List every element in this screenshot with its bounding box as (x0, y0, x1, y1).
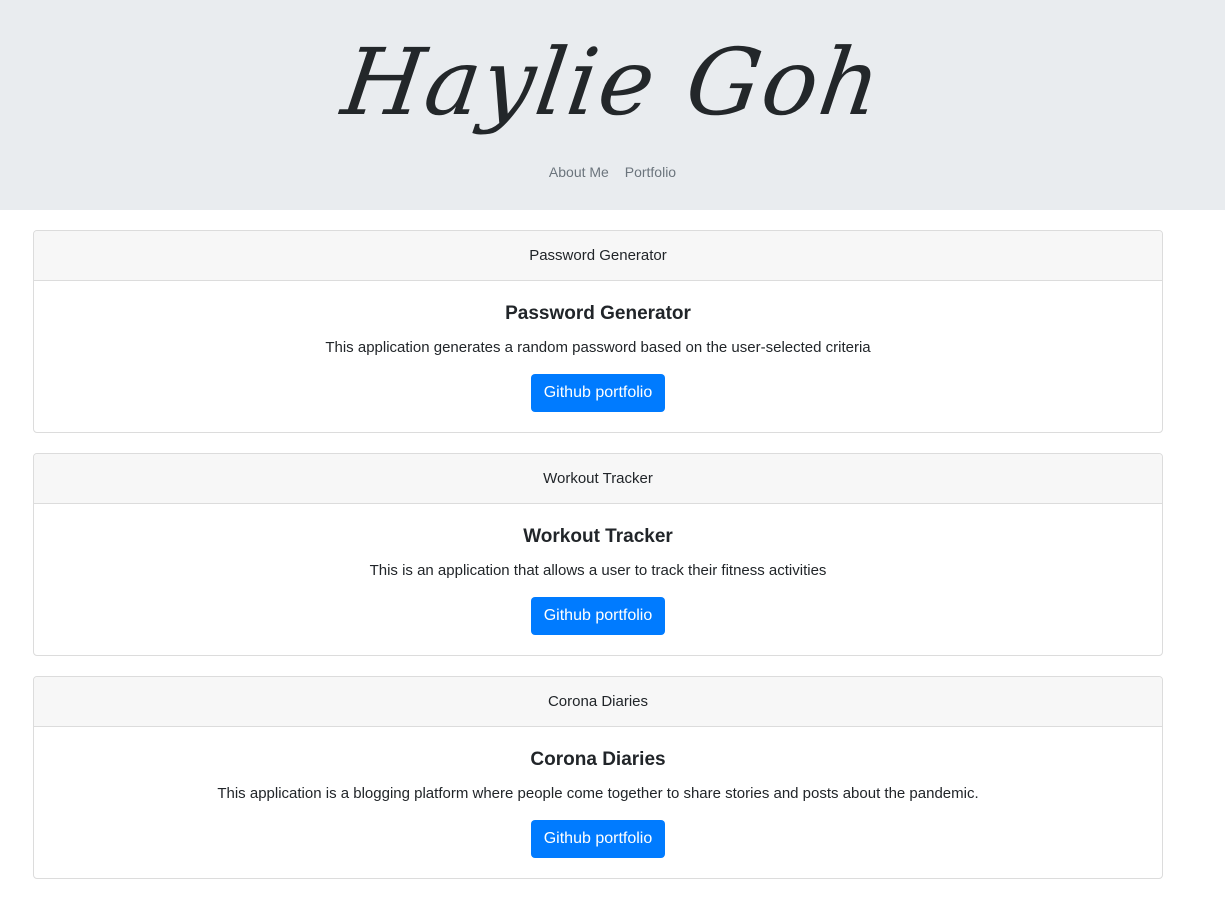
card-header: Corona Diaries (34, 677, 1162, 727)
card-description: This is an application that allows a use… (369, 562, 827, 579)
card-body: Corona Diaries This application is a blo… (34, 727, 1162, 858)
github-portfolio-button[interactable]: Github portfolio (530, 597, 666, 635)
github-portfolio-button[interactable]: Github portfolio (530, 374, 666, 412)
card-title: Password Generator (505, 303, 691, 324)
card-title: Workout Tracker (523, 526, 673, 547)
header-jumbotron: Haylie Goh About Me Portfolio (0, 0, 1225, 210)
project-card-corona-diaries: Corona Diaries Corona Diaries This appli… (33, 676, 1163, 879)
card-body: Workout Tracker This is an application t… (34, 504, 1162, 635)
github-portfolio-button[interactable]: Github portfolio (530, 820, 666, 858)
main-nav: About Me Portfolio (0, 164, 1225, 180)
nav-link-portfolio[interactable]: Portfolio (625, 164, 676, 180)
card-header: Password Generator (34, 231, 1162, 281)
site-title: Haylie Goh (336, 29, 889, 136)
card-header: Workout Tracker (34, 454, 1162, 504)
card-description: This application generates a random pass… (325, 339, 871, 356)
project-list: Password Generator Password Generator Th… (33, 230, 1163, 899)
card-description: This application is a blogging platform … (217, 785, 979, 802)
card-title: Corona Diaries (530, 749, 666, 770)
project-card-workout-tracker: Workout Tracker Workout Tracker This is … (33, 453, 1163, 656)
nav-link-about-me[interactable]: About Me (549, 164, 609, 180)
project-card-password-generator: Password Generator Password Generator Th… (33, 230, 1163, 433)
card-body: Password Generator This application gene… (34, 281, 1162, 412)
